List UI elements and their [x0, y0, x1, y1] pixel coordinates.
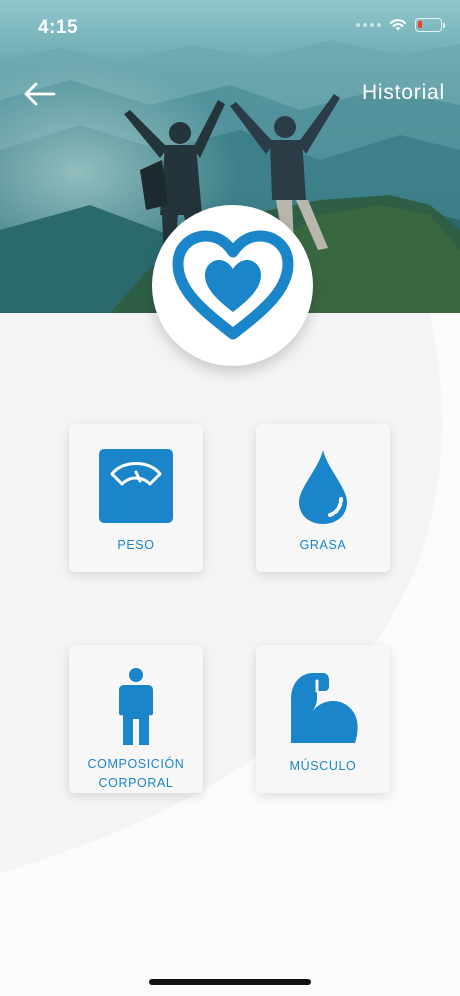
- composicion-corporal-label: COMPOSICIÓN CORPORAL: [69, 755, 203, 793]
- app-logo: [152, 205, 313, 366]
- arrow-left-icon: [24, 82, 56, 106]
- battery-level: [418, 21, 422, 28]
- status-icons: [356, 18, 445, 32]
- musculo-card[interactable]: MÚSCULO: [256, 645, 390, 793]
- peso-card[interactable]: PESO: [69, 424, 203, 572]
- flexed-arm-icon-wrap: [256, 669, 390, 745]
- status-bar: 4:15: [0, 0, 460, 56]
- composicion-corporal-card[interactable]: COMPOSICIÓN CORPORAL: [69, 645, 203, 793]
- peso-label: PESO: [117, 538, 155, 552]
- person-icon-wrap: [69, 667, 203, 747]
- grasa-card[interactable]: GRASA: [256, 424, 390, 572]
- wifi-icon: [390, 19, 406, 31]
- home-indicator[interactable]: [149, 979, 311, 985]
- drop-icon: [299, 450, 347, 524]
- cellular-signal-icon: [356, 23, 381, 27]
- status-time: 4:15: [38, 17, 79, 38]
- history-button[interactable]: Historial: [362, 81, 445, 105]
- grasa-label: GRASA: [299, 538, 347, 552]
- battery-icon: [415, 18, 445, 32]
- scale-icon: [99, 449, 173, 523]
- flexed-arm-icon: [291, 673, 358, 743]
- musculo-label: MÚSCULO: [289, 759, 357, 773]
- back-button[interactable]: [22, 80, 58, 108]
- composicion-label-line1: COMPOSICIÓN: [87, 757, 185, 771]
- drop-icon-wrap: [256, 448, 390, 526]
- composicion-label-line2: CORPORAL: [98, 776, 174, 790]
- person-icon: [119, 668, 153, 745]
- scale-icon-wrap: [69, 448, 203, 524]
- heart-in-heart-icon: [172, 230, 293, 339]
